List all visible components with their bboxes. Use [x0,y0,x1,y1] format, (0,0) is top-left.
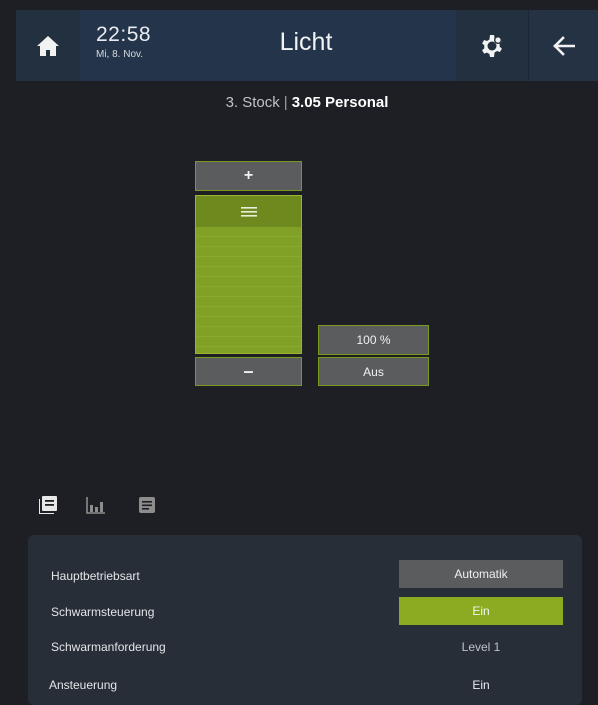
main-mode-button[interactable]: Automatik [399,560,563,588]
settings-button[interactable] [456,10,528,81]
notes-tab[interactable] [137,495,157,515]
page-title: Licht [279,28,333,56]
breadcrumb-separator: | [283,94,288,111]
chart-tab[interactable] [86,495,106,515]
brightness-level-button[interactable]: 100 % [318,325,429,355]
header-bar: 22:58 Mi, 8. Nov. Licht [16,10,598,81]
room-breadcrumb: 3. Stock | 3.05 Personal [16,94,598,111]
list-card-icon [39,496,57,514]
bar-chart-icon [86,497,105,514]
control-label: Ansteuerung [49,678,118,692]
settings-panel: Hauptbetriebsart Automatik Schwarmsteuer… [28,535,582,705]
clock-date: Mi, 8. Nov. [96,49,144,60]
brightness-increase-button[interactable]: + [195,161,302,191]
room-label: 3.05 Personal [291,94,389,111]
settings-gear-icon [482,34,502,57]
drag-handle-icon [240,206,257,217]
arrow-left-icon [553,35,575,56]
light-off-button[interactable]: Aus [318,357,429,386]
clock: 22:58 Mi, 8. Nov. [96,23,151,60]
home-button[interactable] [16,10,80,81]
main-mode-label: Hauptbetriebsart [51,569,140,583]
slider-handle[interactable] [196,196,301,227]
swarm-request-value: Level 1 [461,640,501,654]
floor-label: 3. Stock [225,94,280,111]
brightness-slider[interactable] [195,195,302,354]
brightness-decrease-button[interactable]: – [195,357,302,386]
swarm-control-toggle[interactable]: Ein [399,597,563,625]
swarm-control-label: Schwarmsteuerung [51,605,155,619]
swarm-request-label: Schwarmanforderung [51,640,166,654]
slider-fill [196,227,301,353]
app-frame: 22:58 Mi, 8. Nov. Licht 3. Stock | 3.05 Pe… [16,10,598,705]
clock-time: 22:58 [96,23,152,46]
home-icon [37,35,59,56]
control-value: Ein [472,678,490,692]
document-icon [139,497,155,513]
back-button[interactable] [528,10,598,81]
overview-tab[interactable] [38,495,58,515]
